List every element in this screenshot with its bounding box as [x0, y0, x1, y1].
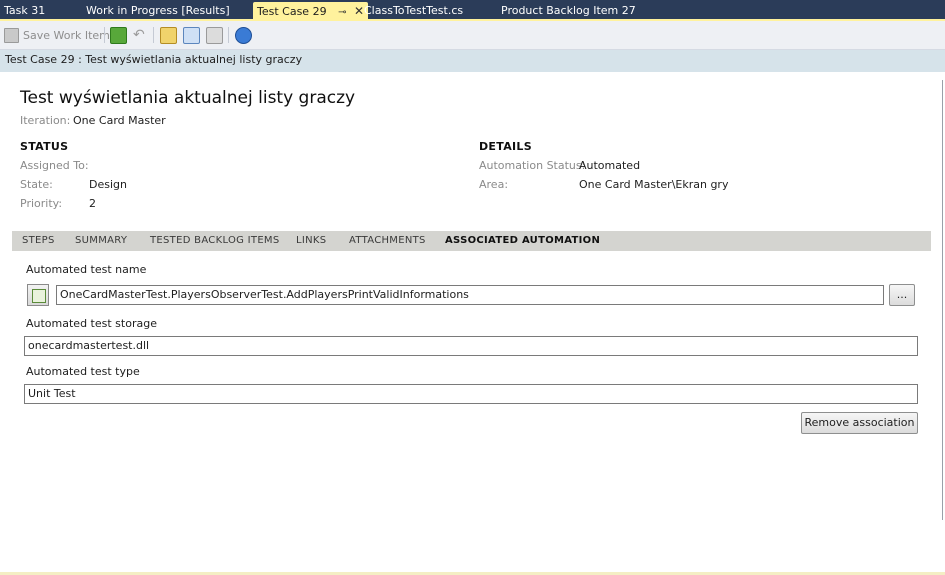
test-icon	[27, 284, 49, 306]
area-label: Area:	[479, 178, 509, 191]
tab-classtotesttest[interactable]: ClassToTestTest.cs	[364, 2, 463, 21]
tab-tested-backlog-items[interactable]: TESTED BACKLOG ITEMS	[150, 235, 280, 246]
tab-product-backlog-item-27[interactable]: Product Backlog Item 27	[501, 2, 636, 21]
toolbar-separator	[228, 27, 229, 43]
priority-label: Priority:	[20, 197, 63, 210]
inner-tab-bar: STEPS SUMMARY TESTED BACKLOG ITEMS LINKS…	[12, 231, 931, 251]
work-item-form: Test wyświetlania aktualnej listy graczy…	[0, 72, 945, 575]
help-globe-icon	[235, 26, 252, 44]
tab-links[interactable]: LINKS	[296, 235, 326, 246]
page-title: Test wyświetlania aktualnej listy graczy	[20, 88, 356, 108]
tab-test-case-29[interactable]: Test Case 29 ⊸ ✕	[253, 2, 369, 22]
automated-test-name-label: Automated test name	[26, 263, 147, 276]
close-icon[interactable]: ✕	[354, 2, 364, 20]
help-button[interactable]	[235, 26, 252, 44]
automated-test-storage-label: Automated test storage	[26, 317, 157, 330]
copy-item-button[interactable]	[183, 26, 200, 44]
tab-label: Test Case 29	[257, 5, 327, 18]
details-heading: DETAILS	[479, 140, 532, 153]
copy-template-icon	[206, 26, 223, 44]
save-icon	[4, 27, 19, 43]
state-value[interactable]: Design	[89, 178, 127, 191]
browse-button[interactable]: ...	[889, 284, 915, 306]
copy-icon	[183, 26, 200, 44]
tab-label: Work in Progress [Results]	[86, 4, 230, 17]
new-linked-icon	[160, 26, 177, 44]
undo-icon: ↶	[133, 27, 145, 43]
automation-status-label: Automation Status:	[479, 159, 586, 172]
refresh-icon	[110, 26, 127, 44]
automation-status-value: Automated	[579, 159, 641, 172]
automated-test-name-field[interactable]: OneCardMasterTest.PlayersObserverTest.Ad…	[56, 285, 884, 305]
priority-value[interactable]: 2	[89, 197, 96, 210]
document-tab-strip: Task 31 Work in Progress [Results] Test …	[0, 0, 945, 21]
toolbar: Save Work Item ↶	[0, 21, 945, 50]
breadcrumb: Test Case 29 : Test wyświetlania aktualn…	[0, 50, 945, 72]
undo-button[interactable]: ↶	[133, 26, 145, 44]
automated-test-type-label: Automated test type	[26, 365, 140, 378]
save-work-item-button[interactable]: Save Work Item	[4, 26, 110, 44]
tab-summary[interactable]: SUMMARY	[75, 235, 127, 246]
iteration-value[interactable]: One Card Master	[73, 114, 166, 127]
create-copy-button[interactable]	[206, 26, 223, 44]
pin-icon[interactable]: ⊸	[338, 4, 346, 22]
tab-task-31[interactable]: Task 31	[4, 2, 45, 21]
scrollbar[interactable]	[942, 80, 943, 520]
tab-attachments[interactable]: ATTACHMENTS	[349, 235, 426, 246]
toolbar-separator	[153, 27, 154, 43]
area-value[interactable]: One Card Master\Ekran gry	[579, 178, 728, 191]
tab-label: Task 31	[4, 4, 46, 17]
state-label: State:	[20, 178, 53, 191]
iteration-label: Iteration:	[20, 114, 71, 127]
automated-test-type-field[interactable]: Unit Test	[24, 384, 918, 404]
toolbar-separator	[104, 27, 105, 43]
refresh-button[interactable]	[110, 26, 127, 44]
save-label: Save Work Item	[23, 28, 110, 42]
tab-label: Product Backlog Item 27	[501, 4, 636, 17]
tab-work-in-progress[interactable]: Work in Progress [Results]	[86, 2, 230, 21]
test-icon-glyph	[32, 289, 46, 303]
automated-test-storage-field[interactable]: onecardmastertest.dll	[24, 336, 918, 356]
tab-associated-automation[interactable]: ASSOCIATED AUTOMATION	[445, 235, 600, 246]
tab-steps[interactable]: STEPS	[22, 235, 55, 246]
new-linked-item-button[interactable]	[160, 26, 177, 44]
assigned-to-label: Assigned To:	[20, 159, 89, 172]
tab-label: ClassToTestTest.cs	[364, 4, 464, 17]
status-heading: STATUS	[20, 140, 69, 153]
remove-association-button[interactable]: Remove association	[801, 412, 918, 434]
